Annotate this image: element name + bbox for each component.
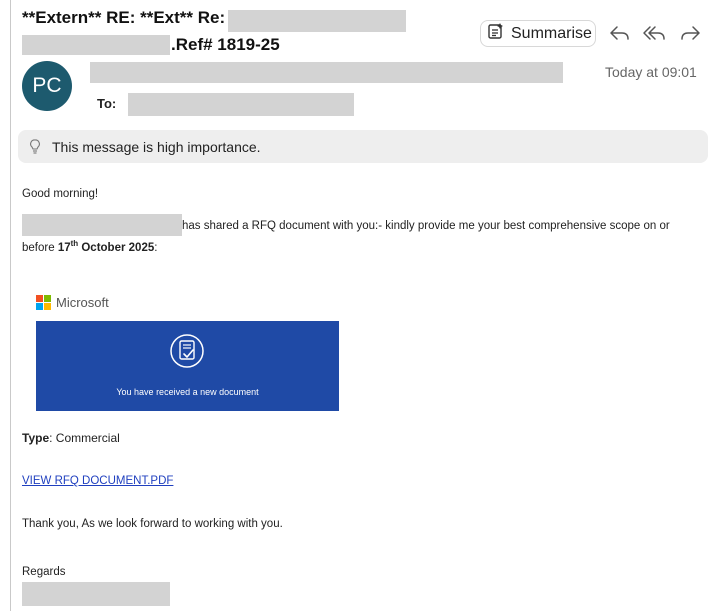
- thanks-text: Thank you, As we look forward to working…: [22, 518, 283, 530]
- redacted-signature: [22, 582, 170, 606]
- forward-icon[interactable]: [678, 22, 702, 44]
- greeting: Good morning!: [22, 188, 99, 200]
- deadline-month: October 2025: [78, 241, 155, 254]
- sparkle-doc-icon: [487, 22, 511, 45]
- subject-suffix: .Ref# 1819-25: [171, 35, 280, 54]
- summarise-button[interactable]: Summarise: [480, 20, 596, 47]
- subject-prefix: **Extern** RE: **Ext** Re:: [22, 8, 226, 27]
- avatar-initials: PC: [32, 74, 62, 97]
- to-label: To:: [97, 96, 117, 111]
- type-value: : Commercial: [49, 431, 120, 445]
- redacted-recipient: [128, 93, 354, 116]
- summarise-label: Summarise: [511, 24, 592, 42]
- type-line: Type: Commercial: [22, 431, 120, 445]
- rfq-document-link[interactable]: VIEW RFQ DOCUMENT.PDF: [22, 475, 173, 487]
- redacted-subject-part: [228, 10, 406, 32]
- lightbulb-icon: [30, 138, 40, 155]
- sender-avatar: PC: [22, 61, 72, 111]
- before-text: before: [22, 241, 58, 254]
- microsoft-logo: Microsoft: [36, 295, 109, 310]
- deadline-line: before 17th October 2025:: [22, 239, 157, 254]
- redacted-sender-name: [22, 214, 182, 236]
- email-subject-line-2: .Ref# 1819-25: [171, 35, 280, 55]
- reply-icon[interactable]: [608, 22, 632, 44]
- document-banner-text: You have received a new document: [116, 387, 259, 397]
- redacted-subject-part-2: [22, 35, 170, 55]
- reply-all-icon[interactable]: [642, 22, 666, 44]
- document-check-icon: [169, 333, 205, 369]
- redacted-sender: [90, 62, 563, 83]
- document-banner[interactable]: You have received a new document: [36, 321, 339, 411]
- microsoft-label: Microsoft: [56, 295, 109, 310]
- regards-text: Regards: [22, 566, 66, 578]
- shared-text: has shared a RFQ document with you:- kin…: [182, 220, 670, 232]
- deadline-colon: :: [154, 241, 158, 254]
- importance-banner: This message is high importance.: [18, 130, 708, 163]
- timestamp: Today at 09:01: [605, 64, 697, 80]
- type-label: Type: [22, 431, 50, 445]
- email-subject-line-1: **Extern** RE: **Ext** Re:: [22, 8, 225, 28]
- link-line: VIEW RFQ DOCUMENT.PDF: [22, 471, 173, 489]
- deadline-day: 17: [57, 241, 71, 254]
- importance-text: This message is high importance.: [52, 138, 261, 155]
- microsoft-logo-icon: [36, 295, 51, 310]
